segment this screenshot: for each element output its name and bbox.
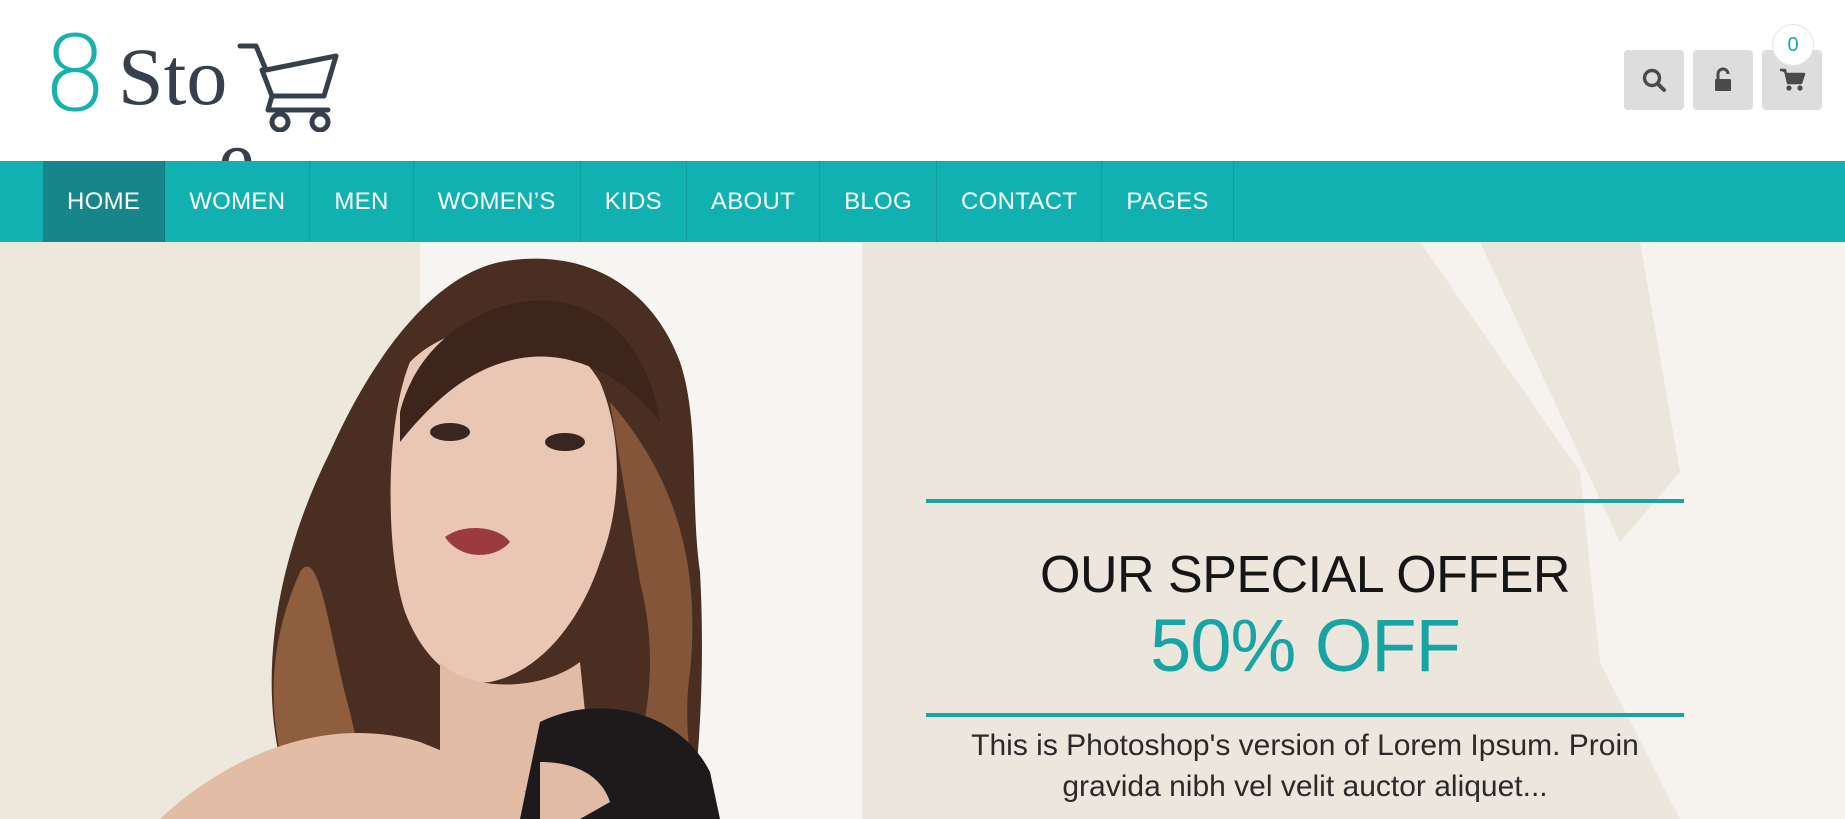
shopping-cart-icon bbox=[1780, 68, 1806, 91]
main-navigation: HOME WOMEN MEN WOMEN’S KIDS ABOUT BLOG C… bbox=[0, 161, 1845, 242]
cart-count-badge: 0 bbox=[1772, 24, 1814, 66]
nav-item-women[interactable]: WOMEN bbox=[165, 161, 311, 242]
logo-cart-icon bbox=[237, 43, 339, 132]
search-icon bbox=[1642, 68, 1666, 92]
cart-button[interactable]: 0 bbox=[1762, 24, 1822, 110]
nav-item-contact[interactable]: CONTACT bbox=[937, 161, 1103, 242]
logo-link[interactable]: 8 Stoe bbox=[42, 13, 362, 200]
offer-top-divider bbox=[926, 499, 1684, 503]
offer-bottom-divider bbox=[926, 713, 1684, 717]
offer-description: This is Photoshop's version of Lorem Ips… bbox=[971, 729, 1639, 803]
search-button[interactable] bbox=[1624, 50, 1684, 110]
nav-list: HOME WOMEN MEN WOMEN’S KIDS ABOUT BLOG C… bbox=[43, 161, 1234, 242]
nav-item-home[interactable]: HOME bbox=[43, 161, 166, 242]
login-button[interactable] bbox=[1693, 50, 1753, 110]
header-actions: 0 bbox=[1624, 24, 1822, 110]
offer-discount: 50% OFF bbox=[1150, 604, 1461, 687]
hero-banner: OUR SPECIAL OFFER 50% OFF This is Photos… bbox=[0, 242, 1845, 819]
special-offer-panel: OUR SPECIAL OFFER 50% OFF This is Photos… bbox=[926, 499, 1684, 807]
nav-item-about[interactable]: ABOUT bbox=[687, 161, 821, 242]
logo-digit: 8 bbox=[42, 13, 109, 135]
lock-icon bbox=[1715, 67, 1731, 91]
nav-item-kids[interactable]: KIDS bbox=[581, 161, 687, 242]
nav-item-womens[interactable]: WOMEN’S bbox=[414, 161, 581, 242]
logo-word-start: Sto bbox=[118, 31, 228, 122]
nav-item-pages[interactable]: PAGES bbox=[1102, 161, 1234, 242]
offer-title: OUR SPECIAL OFFER bbox=[1040, 546, 1570, 604]
nav-item-men[interactable]: MEN bbox=[310, 161, 414, 242]
nav-item-blog[interactable]: BLOG bbox=[820, 161, 937, 242]
site-header: 8 Stoe 0 bbox=[0, 0, 1845, 200]
